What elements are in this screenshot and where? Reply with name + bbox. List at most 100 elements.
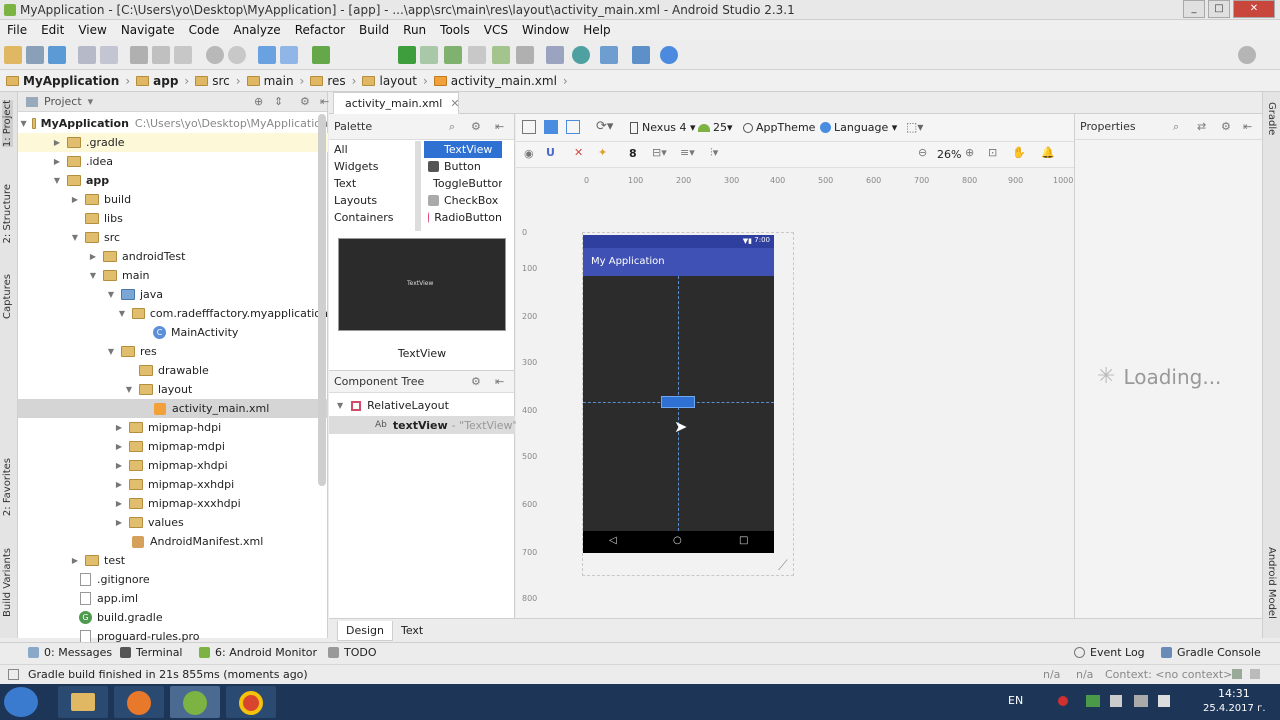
attach-debugger-icon[interactable] <box>492 46 510 64</box>
back-icon[interactable] <box>258 46 276 64</box>
search-everywhere-icon[interactable] <box>1238 46 1256 64</box>
taskbar-firefox[interactable] <box>114 686 164 718</box>
tree-node-textview[interactable]: Ab textView - "TextView" <box>329 416 518 434</box>
crumb-src[interactable]: src › <box>195 74 241 88</box>
menu-window[interactable]: Window <box>515 23 576 37</box>
pack-icon[interactable]: ⊟▾ <box>652 146 667 159</box>
tray-volume-icon[interactable] <box>1158 695 1170 707</box>
hide-panel-icon[interactable]: ⇤ <box>1243 120 1252 133</box>
settings-gear-icon[interactable]: ⚙ <box>471 120 481 133</box>
language-select[interactable]: Language ▾ <box>820 121 897 134</box>
tree-item[interactable]: ▶ values <box>18 513 328 532</box>
toggle-tool-windows-icon[interactable] <box>8 669 19 680</box>
minimize-button[interactable]: _ <box>1183 0 1205 18</box>
menu-file[interactable]: File <box>0 23 34 37</box>
both-mode-icon[interactable] <box>566 120 580 134</box>
tool-tab-project[interactable]: 1: Project <box>2 100 13 148</box>
tool-tab-favorites[interactable]: 2: Favorites <box>2 458 13 516</box>
tool-todo[interactable]: TODO <box>328 646 377 659</box>
profile-icon[interactable] <box>468 46 486 64</box>
crumb-main[interactable]: main › <box>246 74 304 88</box>
autoconnect-icon[interactable]: U <box>546 146 555 159</box>
palette-item-textview[interactable]: TextView <box>424 141 502 158</box>
notifications-bell-icon[interactable]: 🔔 <box>1041 146 1055 159</box>
menu-edit[interactable]: Edit <box>34 23 71 37</box>
forward-icon[interactable] <box>280 46 298 64</box>
category-scrollbar[interactable] <box>415 141 421 231</box>
menu-help[interactable]: Help <box>576 23 617 37</box>
toggle-view-icon[interactable]: ⇄ <box>1197 120 1206 133</box>
status-context[interactable]: Context: <no context> <box>1105 668 1232 681</box>
taskbar-time[interactable]: 14:31 <box>1218 687 1250 700</box>
default-margin[interactable]: 8 <box>629 147 637 160</box>
menu-vcs[interactable]: VCS <box>477 23 515 37</box>
tray-record-icon[interactable] <box>1058 696 1068 706</box>
tray-network-icon[interactable] <box>1134 695 1148 707</box>
tab-design[interactable]: Design <box>337 621 393 641</box>
menu-navigate[interactable]: Navigate <box>114 23 182 37</box>
palette-category-widgets[interactable]: Widgets <box>334 160 378 173</box>
tree-item[interactable]: ▶ androidTest <box>18 247 328 266</box>
resize-handle[interactable]: ⟋ <box>778 558 788 574</box>
design-mode-icon[interactable] <box>522 120 536 134</box>
maximize-button[interactable]: □ <box>1208 0 1230 18</box>
palette-category-text[interactable]: Text <box>334 177 356 190</box>
tab-text[interactable]: Text <box>393 621 431 641</box>
settings-gear-icon[interactable]: ⚙ <box>300 95 310 108</box>
tree-scrollbar[interactable] <box>318 114 326 486</box>
tree-item[interactable]: ▶ mipmap-xxxhdpi <box>18 494 328 513</box>
save-icon[interactable] <box>26 46 44 64</box>
tree-item[interactable]: ▼ app <box>18 171 328 190</box>
cut-icon[interactable] <box>130 46 148 64</box>
make-project-icon[interactable] <box>312 46 330 64</box>
tree-item[interactable]: ▶ .gradle <box>18 133 328 152</box>
input-language[interactable]: EN <box>1008 694 1023 707</box>
tool-android-monitor[interactable]: 6: Android Monitor <box>199 646 317 659</box>
search-icon[interactable]: ⌕ <box>449 120 455 134</box>
collapse-all-icon[interactable]: ⇕ <box>274 95 283 108</box>
settings-gear-icon[interactable]: ⚙ <box>1221 120 1231 133</box>
guidelines-icon[interactable]: ⫶▾ <box>710 146 718 160</box>
tree-item[interactable]: ▶ test <box>18 551 328 570</box>
tree-item[interactable]: ▶ build <box>18 190 328 209</box>
undo-icon[interactable] <box>78 46 96 64</box>
stop-icon[interactable] <box>516 46 534 64</box>
palette-item-radiobutton[interactable]: RadioButton <box>424 209 502 226</box>
menu-run[interactable]: Run <box>396 23 433 37</box>
tree-item[interactable]: Gbuild.gradle <box>18 608 328 627</box>
tree-item[interactable]: drawable <box>18 361 328 380</box>
palette-category-containers[interactable]: Containers <box>334 211 394 224</box>
replace-icon[interactable] <box>228 46 246 64</box>
tool-gradle-console[interactable]: Gradle Console <box>1161 646 1261 659</box>
tool-tab-build-variants[interactable]: Build Variants <box>2 548 13 617</box>
tree-item[interactable]: ▶ mipmap-hdpi <box>18 418 328 437</box>
tree-item[interactable]: ▶ mipmap-mdpi <box>18 437 328 456</box>
tool-tab-structure[interactable]: 2: Structure <box>2 184 13 243</box>
tree-item[interactable]: libs <box>18 209 328 228</box>
tree-item[interactable]: ▼ layout <box>18 380 328 399</box>
menu-code[interactable]: Code <box>182 23 227 37</box>
show-constraints-icon[interactable]: ◉ <box>524 147 534 160</box>
tool-tab-android-model[interactable]: Android Model <box>1266 547 1277 619</box>
editor-tab-activity-main[interactable]: activity_main.xml ✕ <box>333 92 460 114</box>
taskbar-chrome[interactable] <box>226 686 276 718</box>
lock-icon[interactable] <box>1232 669 1242 679</box>
sync-gradle-icon[interactable] <box>572 46 590 64</box>
tree-item[interactable]: ▶ .idea <box>18 152 328 171</box>
tool-tab-gradle[interactable]: Gradle <box>1266 102 1277 135</box>
paste-icon[interactable] <box>174 46 192 64</box>
apply-changes-icon[interactable] <box>420 46 438 64</box>
palette-item-checkbox[interactable]: CheckBox <box>424 192 502 209</box>
avd-manager-icon[interactable] <box>546 46 564 64</box>
tree-item[interactable]: app.iml <box>18 589 328 608</box>
blueprint-mode-icon[interactable] <box>544 120 558 134</box>
selected-textview-widget[interactable] <box>661 396 695 408</box>
taskbar-date[interactable]: 25.4.2017 г. <box>1203 703 1266 714</box>
tree-item[interactable]: ▼ main <box>18 266 328 285</box>
crumb-app[interactable]: app › <box>136 74 189 88</box>
infer-constraints-icon[interactable]: ✦ <box>598 146 607 159</box>
menu-analyze[interactable]: Analyze <box>226 23 287 37</box>
tree-item[interactable]: AndroidManifest.xml <box>18 532 328 551</box>
clear-constraints-icon[interactable]: ✕ <box>574 146 583 159</box>
tree-node-relativelayout[interactable]: ▼ RelativeLayout <box>337 397 449 414</box>
